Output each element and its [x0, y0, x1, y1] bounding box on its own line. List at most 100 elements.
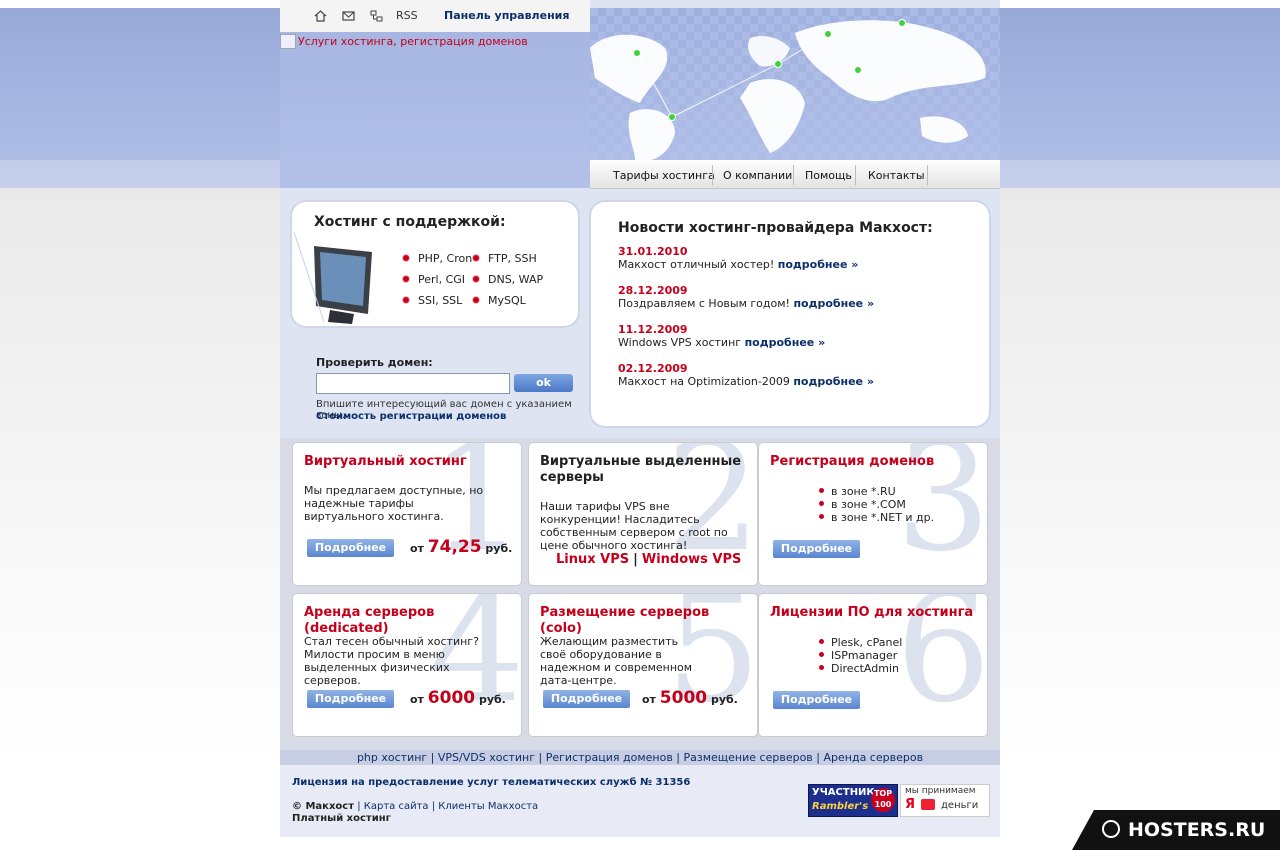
linux-vps-link[interactable]: Linux VPS	[556, 552, 629, 567]
logo-broken-image[interactable]: Услуги хостинга, регистрация доменов	[280, 34, 528, 49]
mail-icon[interactable]	[342, 10, 355, 22]
monitor-icon	[294, 232, 372, 324]
footer-link-domains[interactable]: Регистрация доменов	[546, 751, 673, 764]
rambler-top100-badge[interactable]: УЧАСТНИК Rambler's TOP 100	[808, 784, 898, 817]
news-more-link[interactable]: подробнее »	[745, 336, 826, 349]
yandex-money-badge[interactable]: мы принимаем Я деньги	[900, 784, 990, 817]
rss-link[interactable]: RSS	[396, 9, 418, 22]
card-more-button[interactable]: Подробнее	[307, 539, 394, 557]
price-currency: руб.	[710, 693, 738, 706]
watermark-text: HOSTERS.RU	[1128, 819, 1266, 841]
chat-bubble-icon	[1102, 820, 1120, 838]
card-list-item: в зоне *.NET и др.	[818, 511, 935, 524]
home-icon[interactable]	[314, 10, 327, 22]
logo-alt-text: Услуги хостинга, регистрация доменов	[298, 35, 528, 48]
control-panel-link[interactable]: Панель управления	[444, 9, 569, 22]
price-from: от	[410, 542, 424, 555]
card-more-button[interactable]: Подробнее	[543, 690, 630, 708]
card-virtual-hosting: 1 Виртуальный хостинг Мы предлагаем дост…	[292, 442, 522, 586]
card-more-button[interactable]: Подробнее	[307, 690, 394, 708]
vps-links: Linux VPS | Windows VPS	[556, 552, 741, 567]
nav-tariffs[interactable]: Тарифы хостинга	[613, 169, 715, 182]
card-title[interactable]: Размещение серверов (colo)	[540, 605, 750, 637]
footer: Лицензия на предоставление услуг телемат…	[280, 765, 1000, 837]
card-dedicated: 4 Аренда серверов (dedicated) Стал тесен…	[292, 593, 522, 737]
price-value: 74,25	[427, 537, 482, 557]
news-date: 28.12.2009	[618, 284, 688, 297]
news-more-link[interactable]: подробнее »	[778, 258, 859, 271]
feature-item: DNS, WAP	[472, 273, 544, 286]
news-more-link[interactable]: подробнее »	[793, 297, 874, 310]
vps-separator: |	[633, 552, 638, 567]
wallet-icon	[921, 799, 935, 810]
card-price: от 6000 руб.	[410, 688, 506, 708]
clients-link[interactable]: Клиенты Макхоста	[438, 801, 538, 812]
footer-link-dedicated[interactable]: Аренда серверов	[824, 751, 924, 764]
card-title[interactable]: Виртуальные выделенные серверы	[540, 454, 750, 486]
logo-area: Услуги хостинга, регистрация доменов	[280, 32, 590, 188]
domain-check-label: Проверить домен:	[316, 356, 433, 369]
feature-item: Perl, CGI	[402, 273, 466, 286]
hosting-support-box: Хостинг с поддержкой: PHP, Cron FTP, SSH…	[292, 202, 578, 326]
nav-divider	[855, 165, 856, 185]
domain-check-button[interactable]: ok	[514, 374, 573, 392]
price-value: 5000	[659, 688, 708, 708]
services-grid: 1 Виртуальный хостинг Мы предлагаем дост…	[280, 438, 1000, 750]
card-price: от 5000 руб.	[642, 688, 738, 708]
news-text: Макхост на Optimization-2009	[618, 375, 790, 388]
rambler-top: TOP 100	[871, 788, 895, 812]
news-more-link[interactable]: подробнее »	[793, 375, 874, 388]
hosters-watermark: HOSTERS.RU	[1072, 810, 1280, 850]
news-text: Макхост отличный хостер!	[618, 258, 775, 271]
card-title[interactable]: Виртуальный хостинг	[304, 454, 514, 470]
sitemap-link[interactable]: Карта сайта	[364, 801, 429, 812]
news-text: Windows VPS хостинг	[618, 336, 742, 349]
card-more-button[interactable]: Подробнее	[773, 691, 860, 709]
footer-link-php[interactable]: php хостинг	[357, 751, 427, 764]
card-price: от 74,25 руб.	[410, 537, 512, 557]
broken-image-icon	[280, 34, 296, 49]
card-text: Мы предлагаем доступные, но надежные тар…	[304, 484, 484, 523]
news-date: 02.12.2009	[618, 362, 688, 375]
card-software-licenses: 6 Лицензии ПО для хостинга Plesk, cPanel…	[758, 593, 988, 737]
card-domain-registration: 3 Регистрация доменов в зоне *.RU в зоне…	[758, 442, 988, 586]
rambler-line1: УЧАСТНИК	[812, 787, 875, 798]
news-title: Новости хостинг-провайдера Макхост:	[618, 220, 933, 236]
nav-help[interactable]: Помощь	[805, 169, 852, 182]
card-title[interactable]: Аренда серверов (dedicated)	[304, 605, 514, 637]
rambler-line2: Rambler's	[812, 801, 869, 812]
card-title[interactable]: Лицензии ПО для хостинга	[770, 605, 980, 621]
footer-link-colo[interactable]: Размещение серверов	[684, 751, 813, 764]
price-currency: руб.	[478, 693, 506, 706]
card-title[interactable]: Регистрация доменов	[770, 454, 980, 470]
feature-item: FTP, SSH	[473, 252, 537, 265]
nav-divider	[927, 165, 928, 185]
news-box: Новости хостинг-провайдера Макхост: 31.0…	[591, 202, 989, 426]
news-item: 11.12.2009 Windows VPS хостинг подробнее…	[618, 323, 825, 349]
sitemap-icon[interactable]	[370, 10, 383, 22]
news-date: 31.01.2010	[618, 245, 688, 258]
card-list-item: в зоне *.COM	[819, 498, 906, 511]
card-list-item: DirectAdmin	[819, 662, 899, 675]
domain-price-link[interactable]: Стоимость регистрации доменов	[316, 411, 506, 422]
price-from: от	[410, 693, 424, 706]
domain-input[interactable]	[316, 373, 510, 394]
windows-vps-link[interactable]: Windows VPS	[642, 552, 742, 567]
license-text: Лицензия на предоставление услуг телемат…	[292, 777, 691, 788]
news-date: 11.12.2009	[618, 323, 688, 336]
card-list-item: в зоне *.RU	[819, 485, 896, 498]
paid-hosting-text: Платный хостинг	[292, 813, 391, 824]
footer-link-vps[interactable]: VPS/VDS хостинг	[438, 751, 535, 764]
nav-divider	[712, 165, 713, 185]
feature-item: PHP, Cron	[402, 252, 473, 265]
top-links-bar: RSS Панель управления	[280, 0, 590, 33]
nav-contacts[interactable]: Контакты	[868, 169, 925, 182]
yad-line1: мы принимаем	[905, 786, 976, 796]
footer-nav: php хостинг | VPS/VDS хостинг | Регистра…	[280, 750, 1000, 765]
price-currency: руб.	[485, 542, 513, 555]
card-more-button[interactable]: Подробнее	[773, 540, 860, 558]
news-item: 31.01.2010 Макхост отличный хостер! подр…	[618, 245, 858, 271]
nav-about[interactable]: О компании	[723, 169, 792, 182]
world-map-banner	[590, 8, 1000, 160]
world-map-graphic	[590, 8, 1000, 160]
